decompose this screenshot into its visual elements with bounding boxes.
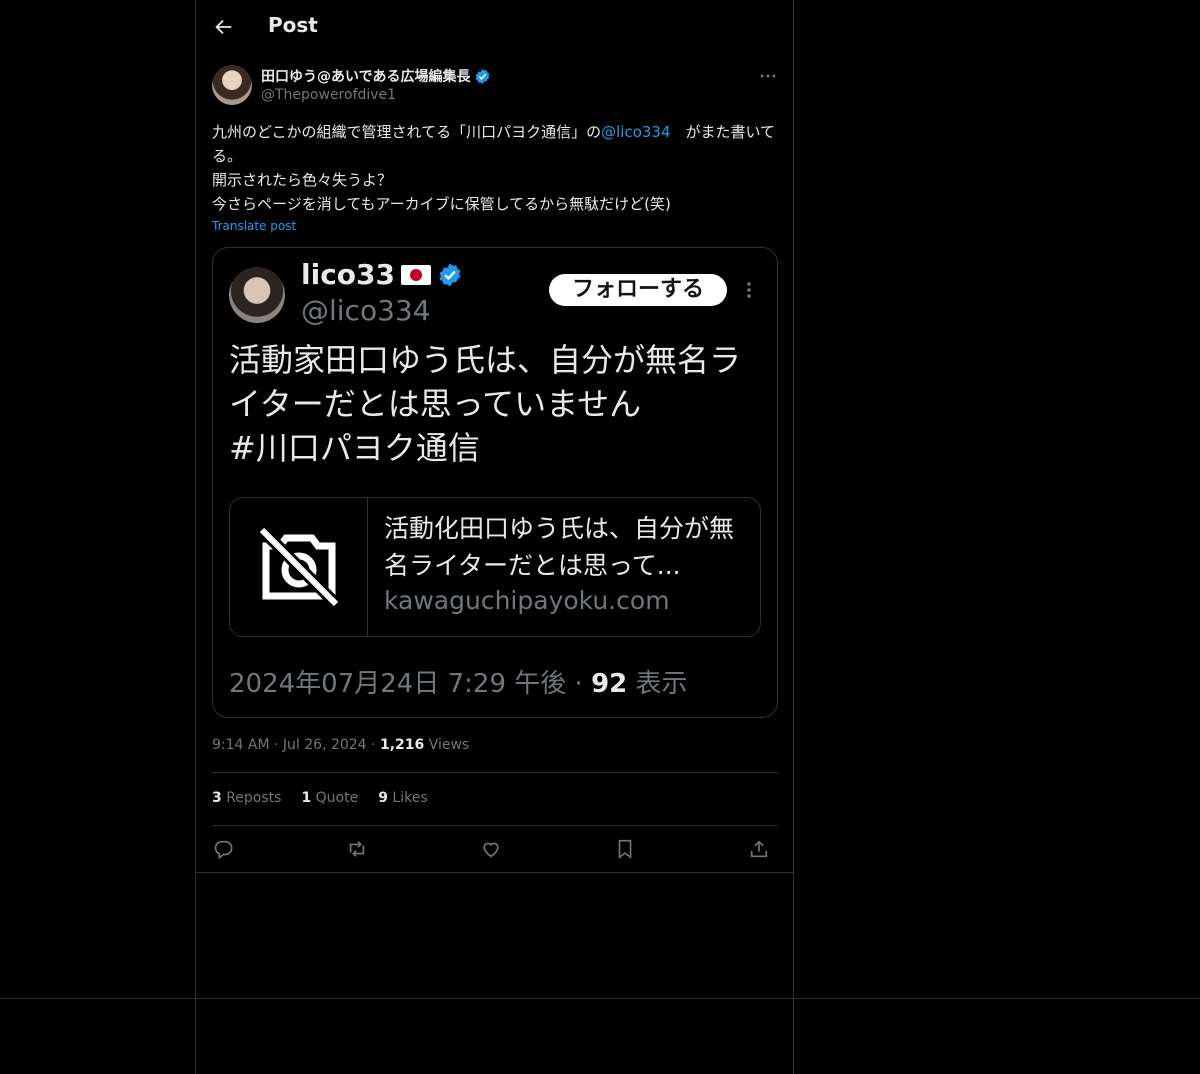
post-text: 九州のどこかの組織で管理されてる「川口パヨク通信」の@lico334 がまた書い…	[212, 120, 782, 216]
image-unavailable-icon	[258, 526, 340, 608]
reply-icon[interactable]	[212, 838, 236, 862]
likes-label: Likes	[392, 790, 428, 806]
quotes-count: 1	[301, 790, 312, 806]
reposts-count: 3	[212, 790, 222, 806]
link-title: 活動化田口ゆう氏は、自分が無名ライターだとは思って...	[384, 514, 735, 580]
embedded-views-count: 92	[591, 669, 628, 699]
author-handle[interactable]: @Thepowerofdive1	[261, 87, 396, 103]
embedded-link-card: 活動化田口ゆう氏は、自分が無名ライターだとは思って... kawaguchipa…	[229, 497, 761, 637]
embedded-text: 活動家田口ゆう氏は、自分が無名ライターだとは思っていません #川口パヨク通信	[229, 341, 742, 467]
bookmark-icon[interactable]	[614, 838, 638, 862]
author-display-name[interactable]: 田口ゆう@あいである広場編集長	[261, 66, 470, 86]
embedded-name-row: lico33	[301, 258, 463, 291]
embedded-follow-button: フォローする	[549, 274, 727, 306]
link-domain: kawaguchipayoku.com	[384, 586, 670, 615]
post-date[interactable]: Jul 26, 2024	[283, 737, 367, 753]
divider	[212, 772, 778, 773]
link-thumbnail	[230, 498, 368, 636]
mention-link[interactable]: @lico334	[601, 123, 670, 141]
page-title: Post	[268, 13, 318, 37]
share-icon[interactable]	[748, 838, 772, 862]
views-label: Views	[428, 737, 470, 753]
author-name-row: 田口ゆう@あいである広場編集長	[261, 66, 491, 86]
back-arrow-icon[interactable]	[212, 16, 234, 38]
embedded-timestamp: 2024年07月24日 7:29 午後	[229, 669, 567, 699]
repost-icon[interactable]	[346, 838, 370, 862]
views-count: 1,216	[379, 737, 425, 753]
embedded-avatar	[229, 267, 285, 323]
likes-stat[interactable]: 9 Likes	[378, 790, 427, 806]
flag-japan-icon	[401, 264, 431, 285]
reposts-label: Reposts	[226, 790, 282, 806]
verified-badge-icon	[476, 68, 490, 84]
quotes-label: Quote	[315, 790, 359, 806]
divider	[212, 825, 778, 826]
translate-post-link[interactable]: Translate post	[212, 219, 296, 233]
embedded-views-label: 表示	[635, 669, 688, 699]
divider	[0, 998, 1200, 999]
divider	[195, 872, 794, 873]
post-text-part: 九州のどこかの組織で管理されてる「川口パヨク通信」の	[212, 123, 602, 141]
verified-badge-icon	[439, 263, 461, 286]
embedded-image-card[interactable]: lico33 @lico334 フォローする 活動家田口ゆう氏は、自分が無名ライ…	[212, 247, 778, 718]
page-header: Post	[196, 0, 795, 53]
embedded-timestamp-row: 2024年07月24日 7:29 午後 · 92 表示	[229, 663, 688, 700]
embedded-handle: @lico334	[301, 294, 431, 327]
reposts-stat[interactable]: 3 Reposts	[212, 790, 281, 806]
post-time[interactable]: 9:14 AM	[212, 737, 270, 753]
avatar[interactable]	[212, 65, 252, 105]
quotes-stat[interactable]: 1 Quote	[301, 790, 358, 806]
post-meta: 9:14 AM · Jul 26, 2024 · 1,216 Views	[212, 737, 470, 753]
action-bar	[212, 838, 778, 862]
separator-dot: ·	[574, 669, 583, 699]
likes-count: 9	[378, 790, 388, 806]
more-icon	[741, 278, 757, 302]
primary-column: Post 田口ゆう@あいである広場編集長 @Thepowerofdive1 九州…	[195, 0, 794, 1074]
like-icon[interactable]	[480, 838, 504, 862]
engagement-stats: 3 Reposts 1 Quote 9 Likes	[212, 790, 428, 806]
embedded-display-name: lico33	[301, 258, 395, 291]
more-icon[interactable]	[758, 66, 778, 86]
